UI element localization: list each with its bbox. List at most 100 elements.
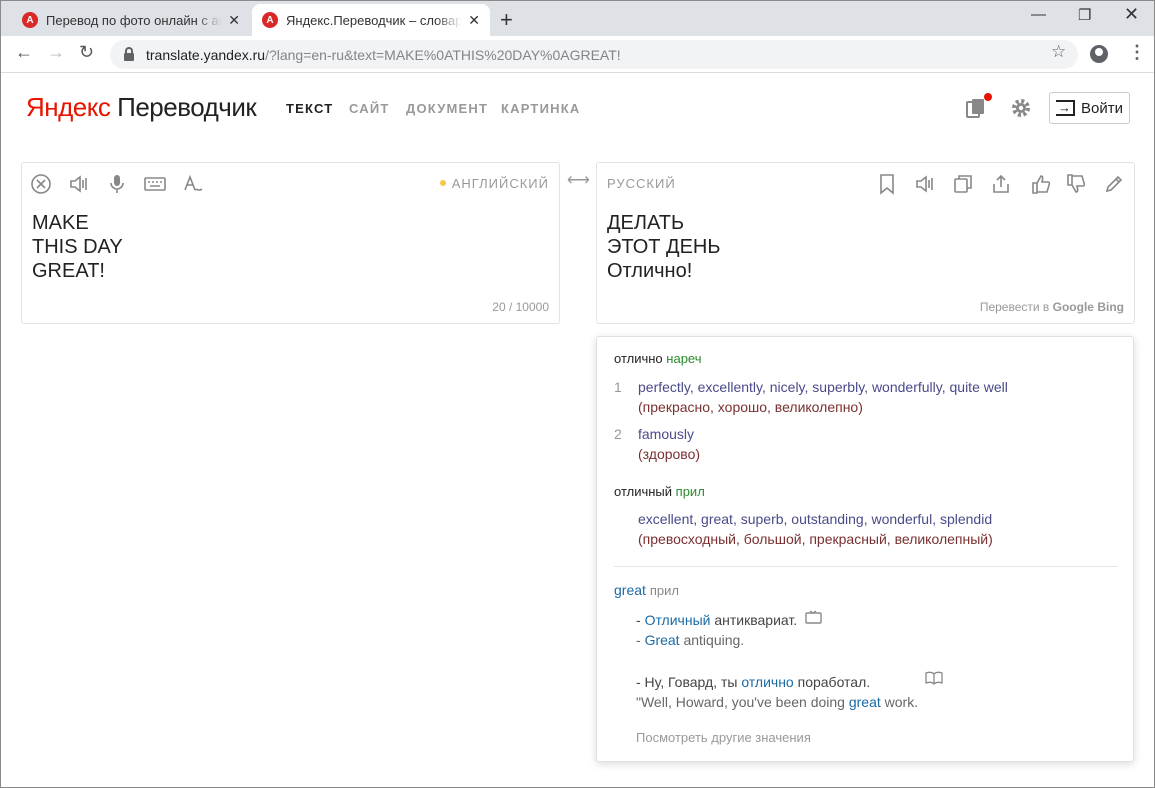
sense-number: 2	[614, 426, 622, 442]
ex-highlight: great	[848, 694, 881, 710]
ex-highlight: отлично	[741, 674, 794, 690]
notification-dot	[984, 93, 992, 101]
browser-toolbar: ← → ↻ translate.yandex.ru/?lang=en-ru&te…	[0, 36, 1155, 73]
example-2-ru: - Ну, Говард, ты отлично поработал.	[636, 674, 870, 690]
sense-translations[interactable]: perfectly, excellently, nicely, superbly…	[638, 379, 1008, 395]
ex-highlight: Отличный	[644, 612, 711, 628]
tab-document[interactable]: ДОКУМЕНТ	[406, 101, 488, 116]
translate-in-label: Перевести в	[979, 300, 1050, 314]
tab-site[interactable]: САЙТ	[349, 101, 390, 116]
tv-source-icon[interactable]	[805, 610, 823, 624]
bookmark-star-icon[interactable]: ☆	[1051, 42, 1066, 62]
ex-text: antiquing.	[679, 632, 745, 648]
login-label: Войти	[1081, 99, 1123, 117]
share-icon[interactable]	[990, 173, 1012, 195]
listen-translation-icon[interactable]	[914, 173, 936, 195]
translation-output: ДЕЛАТЬ ЭТОТ ДЕНЬ Отлично!	[607, 212, 721, 282]
example-2-en: "Well, Howard, you've been doing great w…	[636, 694, 918, 710]
bookmark-icon[interactable]	[876, 173, 898, 195]
source-language-label: АНГЛИЙСКИЙ	[451, 176, 549, 191]
translate-in-other: Перевести в Google Bing	[980, 300, 1124, 314]
browser-tab-bar: A Перевод по фото онлайн с англ ✕ A Янде…	[0, 0, 1155, 36]
source-language-select[interactable]: АНГЛИЙСКИЙ	[439, 176, 549, 191]
close-tab-icon[interactable]: ✕	[228, 12, 240, 29]
swap-languages-icon[interactable]: ⟷	[567, 170, 590, 190]
ex-text: work.	[880, 694, 919, 710]
ex-text: антиквариат.	[710, 612, 798, 628]
keyboard-icon[interactable]	[144, 173, 166, 195]
login-button[interactable]: → Войти	[1049, 92, 1130, 124]
target-panel: РУССКИЙ ДЕЛАТЬ ЭТОТ ДЕНЬ Отлично! Переве…	[596, 162, 1135, 324]
settings-gear-icon[interactable]	[1010, 97, 1032, 119]
tab-text[interactable]: ТЕКСТ	[286, 101, 333, 116]
dict-entry-2-header: отличный прил	[614, 484, 705, 499]
forward-icon[interactable]: →	[47, 42, 65, 63]
restore-icon[interactable]: ❐	[1078, 6, 1091, 24]
ex-text: "Well, Howard, you've been doing	[636, 694, 849, 710]
bing-link[interactable]: Bing	[1097, 300, 1124, 314]
source-panel: АНГЛИЙСКИЙ MAKE THIS DAY GREAT! 20 / 100…	[21, 162, 560, 324]
ex-text: поработал.	[793, 674, 871, 690]
dict-word: отличный	[614, 484, 673, 499]
close-tab-icon[interactable]: ✕	[468, 12, 480, 29]
entry-2-meaning: (превосходный, большой, прекрасный, вели…	[638, 531, 993, 547]
entry-2-translations[interactable]: excellent, great, superb, outstanding, w…	[638, 511, 992, 527]
reload-icon[interactable]: ↻	[79, 42, 94, 63]
close-window-icon[interactable]: ✕	[1124, 4, 1139, 25]
minimize-icon[interactable]: —	[1031, 6, 1046, 23]
copy-icon[interactable]	[952, 173, 974, 195]
yandex-translate-icon: A	[262, 12, 278, 28]
profile-icon[interactable]	[1090, 45, 1108, 63]
ex-text: -	[636, 612, 645, 628]
detected-dot	[439, 180, 446, 186]
divider	[614, 566, 1118, 567]
address-bar[interactable]: translate.yandex.ru/?lang=en-ru&text=MAK…	[110, 40, 1078, 69]
source-text-input[interactable]: MAKE THIS DAY GREAT!	[32, 211, 123, 283]
sense-number: 1	[614, 379, 622, 395]
back-icon[interactable]: ←	[15, 42, 33, 63]
dict-word: отлично	[614, 351, 663, 366]
logo-translator: Переводчик	[110, 92, 257, 122]
ex-highlight: Great	[644, 632, 680, 648]
examples-header: great прил	[614, 582, 679, 598]
book-source-icon[interactable]	[925, 671, 943, 685]
dict-entry-1-header: отлично нареч	[614, 351, 702, 366]
tab-yandex-translator[interactable]: A Яндекс.Переводчик – словарь и ✕	[252, 4, 490, 36]
edit-pencil-icon[interactable]	[1103, 173, 1125, 195]
site-logo[interactable]: Яндекс Переводчик	[26, 92, 257, 123]
tab-photo-translate[interactable]: A Перевод по фото онлайн с англ ✕	[12, 4, 250, 36]
ex-text: - Ну, Говард, ты	[636, 674, 742, 690]
microphone-icon[interactable]	[106, 173, 128, 195]
tab-title: Перевод по фото онлайн с англ	[46, 12, 223, 28]
sense-meaning: (прекрасно, хорошо, великолепно)	[638, 399, 863, 415]
yandex-translate-icon: A	[22, 12, 38, 28]
spellcheck-icon[interactable]	[182, 173, 204, 195]
menu-icon[interactable]: ⋮	[1128, 42, 1146, 63]
dictionary-card: отлично нареч 1 perfectly, excellently, …	[596, 336, 1134, 762]
tab-title: Яндекс.Переводчик – словарь и	[286, 12, 463, 28]
sense-meaning: (здорово)	[638, 446, 701, 462]
logo-yandex: Яндекс	[26, 92, 111, 122]
url-path: /?lang=en-ru&text=MAKE%0ATHIS%20DAY%0AGR…	[265, 46, 621, 63]
login-icon: →	[1056, 100, 1075, 116]
thumbs-down-icon[interactable]	[1065, 173, 1087, 195]
google-link[interactable]: Google	[1053, 300, 1094, 314]
dict-pos: прил	[675, 484, 705, 499]
sense-translations[interactable]: famously	[638, 426, 694, 442]
target-language-select[interactable]: РУССКИЙ	[607, 176, 676, 191]
listen-source-icon[interactable]	[68, 173, 90, 195]
ex-text: -	[636, 632, 645, 648]
examples-pos: прил	[649, 583, 679, 598]
clear-icon[interactable]	[30, 173, 52, 195]
lock-icon	[124, 46, 134, 61]
url-host: translate.yandex.ru	[146, 46, 266, 63]
more-meanings-link[interactable]: Посмотреть другие значения	[636, 730, 811, 745]
example-1-ru: - Отличный антиквариат.	[636, 612, 797, 628]
tab-image[interactable]: КАРТИНКА	[501, 101, 580, 116]
thumbs-up-icon[interactable]	[1030, 173, 1052, 195]
new-tab-icon[interactable]: +	[500, 7, 513, 33]
examples-word[interactable]: great	[614, 582, 646, 598]
char-counter: 20 / 10000	[492, 300, 549, 314]
dict-pos: нареч	[666, 351, 702, 366]
example-1-en: - Great antiquing.	[636, 632, 744, 648]
